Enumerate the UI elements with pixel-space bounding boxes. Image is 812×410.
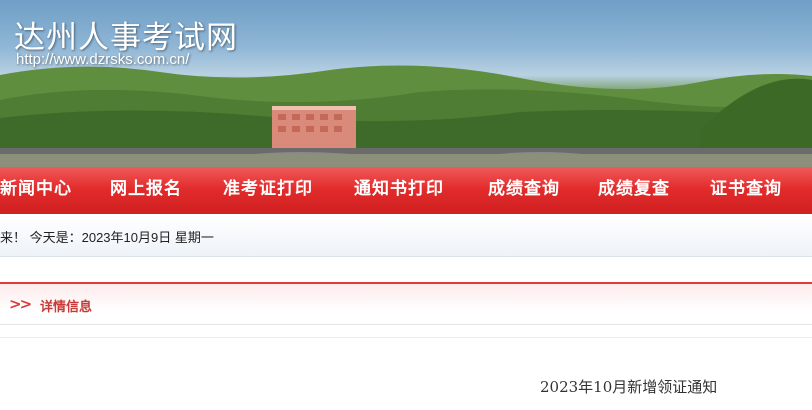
divider bbox=[0, 337, 812, 338]
section-title: 详情信息 bbox=[40, 300, 93, 315]
article-title: 2023年10月新增领证通知 bbox=[540, 378, 718, 396]
section-header: >> 详情信息 bbox=[0, 282, 812, 325]
date-bar: 来！ 今天是：2023年10月9日 星期一 bbox=[0, 214, 812, 257]
header-banner: 达州人事考试网 http://www.dzrsks.com.cn/ bbox=[0, 0, 812, 167]
date-text: 来！ 今天是：2023年10月9日 星期一 bbox=[0, 230, 214, 245]
nav-item-online-registration[interactable]: 网上报名 bbox=[110, 167, 182, 214]
double-chevron-right-icon: >> bbox=[9, 295, 32, 313]
nav-item-score-query[interactable]: 成绩查询 bbox=[488, 167, 560, 214]
nav-item-admission-ticket-print[interactable]: 准考证打印 bbox=[223, 167, 313, 214]
nav-item-score-review[interactable]: 成绩复查 bbox=[598, 167, 670, 214]
site-url: http://www.dzrsks.com.cn/ bbox=[16, 51, 190, 68]
main-nav: 新闻中心 网上报名 准考证打印 通知书打印 成绩查询 成绩复查 证书查询 bbox=[0, 167, 812, 214]
nav-item-notice-print[interactable]: 通知书打印 bbox=[354, 167, 444, 214]
nav-item-news[interactable]: 新闻中心 bbox=[0, 167, 72, 214]
nav-item-certificate-query[interactable]: 证书查询 bbox=[710, 167, 782, 214]
